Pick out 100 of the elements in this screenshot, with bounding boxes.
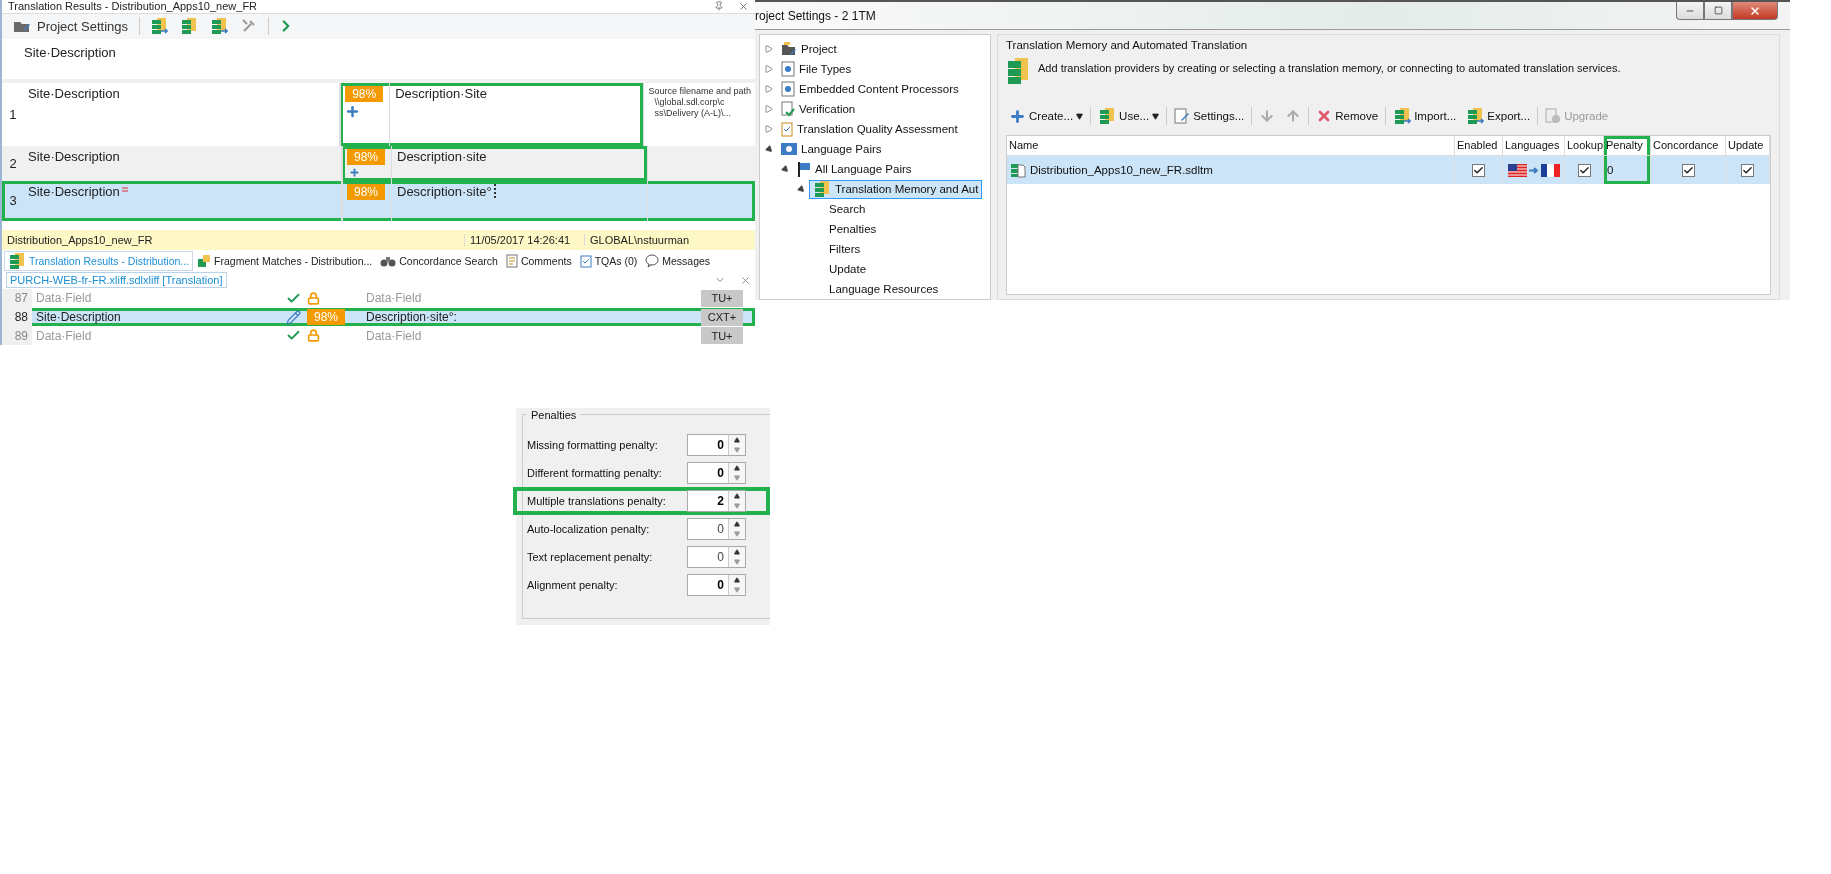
down-icon[interactable] — [734, 587, 740, 593]
toolbar-button[interactable]: Import... — [1390, 106, 1460, 126]
up-icon[interactable] — [734, 493, 740, 499]
penalty-label: Missing formatting penalty: — [527, 439, 658, 451]
toolbar-button[interactable]: Export... — [1463, 106, 1534, 126]
panel-tab[interactable]: Translation Results - Distribution... — [4, 250, 194, 271]
window-title: roject Settings - 2 1TM — [755, 8, 876, 23]
column-header[interactable]: Name — [1007, 136, 1455, 155]
column-header[interactable]: Enabled — [1455, 136, 1503, 155]
source-text: Site·Description — [28, 183, 120, 199]
number-spinner[interactable]: 0 — [687, 462, 746, 484]
expand-icon[interactable] — [765, 125, 773, 133]
tree-item[interactable]: Search — [825, 199, 870, 219]
tree-item[interactable]: Language Resources — [825, 279, 943, 299]
panel-tab[interactable]: Messages — [641, 250, 715, 271]
language-pair-icon — [1507, 163, 1560, 177]
panel-tab[interactable]: Comments — [501, 250, 576, 271]
toolbar-button[interactable]: Create... — [1006, 106, 1087, 126]
toolbar-button[interactable]: Use... — [1095, 106, 1163, 126]
penalty-label: Alignment penalty: — [527, 579, 618, 591]
project-settings-button[interactable]: Project Settings — [10, 16, 132, 37]
tree-item[interactable]: Project — [777, 39, 841, 59]
down-icon[interactable] — [734, 531, 740, 537]
up-icon[interactable] — [734, 465, 740, 471]
check-icon — [1682, 164, 1694, 176]
up-icon[interactable] — [734, 437, 740, 443]
collapse-icon[interactable] — [796, 184, 806, 194]
up-icon[interactable] — [734, 577, 740, 583]
restore-button[interactable] — [1704, 2, 1732, 20]
number-spinner[interactable]: 0 — [687, 546, 746, 568]
lock-icon — [307, 329, 320, 343]
up-icon[interactable] — [734, 521, 740, 527]
number-spinner[interactable]: 0 — [687, 574, 746, 596]
down-icon[interactable] — [734, 503, 740, 509]
folder-pencil-icon — [781, 42, 797, 56]
collapse-icon[interactable] — [764, 144, 774, 154]
tree-item[interactable]: Language Pairs — [777, 139, 886, 159]
column-header[interactable]: Penalty — [1604, 136, 1651, 155]
expand-icon[interactable] — [765, 105, 773, 113]
minimize-button[interactable] — [1676, 2, 1704, 20]
plus-icon — [1009, 107, 1026, 125]
tree-item[interactable]: Verification — [777, 99, 860, 119]
number-spinner[interactable]: 0 — [687, 518, 746, 540]
tree-item[interactable]: Update — [825, 259, 871, 279]
check-icon — [1742, 164, 1753, 176]
document-tab[interactable]: PURCH-WEB-fr-FR.xliff.sdlxliff [Translation] — [6, 272, 227, 289]
number-spinner[interactable]: 0 — [687, 434, 746, 456]
number-spinner[interactable]: 2 — [687, 490, 746, 512]
result-row[interactable]: 2 Site·Description 98% Description·site — [2, 145, 755, 181]
origin-label: TU+ — [701, 289, 743, 307]
result-row[interactable]: 3 Site·Description 98% Description·site° — [2, 180, 755, 221]
tree-item[interactable]: Embedded Content Processors — [777, 79, 963, 99]
panel-tab[interactable]: TQAs (0) — [575, 250, 642, 271]
match-percentage: 98% — [345, 85, 384, 102]
tree-item[interactable]: Penalties — [825, 219, 881, 239]
source-text: Data·Field — [35, 328, 93, 343]
tree-item[interactable]: Translation Quality Assessment — [777, 119, 962, 139]
tree-item[interactable]: File Types — [777, 59, 856, 79]
panel-tab[interactable]: Concordance Search — [376, 250, 502, 271]
memory-icon — [1006, 57, 1030, 87]
pencil-icon — [286, 309, 301, 325]
tree-item[interactable]: Filters — [825, 239, 865, 259]
provider-row[interactable]: Distribution_Apps10_new_FR.sdltm 0 — [1007, 156, 1770, 184]
panel-tab[interactable]: Fragment Matches - Distribution... — [193, 250, 377, 271]
expand-icon[interactable] — [765, 45, 773, 53]
column-header[interactable]: Concordance — [1651, 136, 1726, 155]
group-title: Penalties — [527, 409, 581, 421]
checkbox[interactable] — [1681, 163, 1695, 177]
column-header[interactable]: Update — [1726, 136, 1770, 155]
match-user: GLOBAL\nstuurman — [584, 234, 695, 247]
tree-item[interactable]: All Language Pairs — [793, 159, 916, 179]
checkbox[interactable] — [1741, 163, 1754, 177]
memory-icon — [150, 17, 169, 36]
lock-icon — [307, 291, 320, 305]
expand-icon[interactable] — [765, 65, 773, 73]
down-icon[interactable] — [734, 475, 740, 481]
memory-arrow-icon — [1466, 107, 1485, 125]
down-icon[interactable] — [734, 559, 740, 565]
memory-icon — [8, 251, 26, 270]
toolbar-button[interactable]: Remove — [1313, 107, 1382, 125]
tree-item[interactable]: Translation Memory and Aut — [809, 179, 983, 199]
down-icon[interactable] — [734, 447, 740, 453]
column-header[interactable]: Languages — [1503, 136, 1565, 155]
source-text: Data·Field — [35, 291, 93, 306]
close-icon[interactable] — [738, 0, 749, 12]
column-header[interactable]: Lookup — [1565, 136, 1604, 155]
close-icon[interactable] — [740, 274, 751, 286]
source-text: Site·Description — [28, 148, 120, 164]
penalty-label: Auto-localization penalty: — [527, 523, 650, 535]
row-number: 3 — [8, 192, 18, 211]
memory-arrow-icon — [1393, 107, 1412, 125]
pin-icon[interactable] — [714, 1, 724, 12]
panel-title: Translation Results - Distribution_Apps10_new_FR — [8, 0, 258, 13]
close-button[interactable] — [1732, 2, 1778, 20]
checkbox[interactable] — [1472, 163, 1485, 177]
checkbox[interactable] — [1577, 163, 1591, 177]
toolbar-button[interactable]: Settings... — [1171, 107, 1248, 125]
expand-icon[interactable] — [765, 85, 773, 93]
collapse-icon[interactable] — [780, 164, 790, 174]
up-icon[interactable] — [734, 549, 740, 555]
